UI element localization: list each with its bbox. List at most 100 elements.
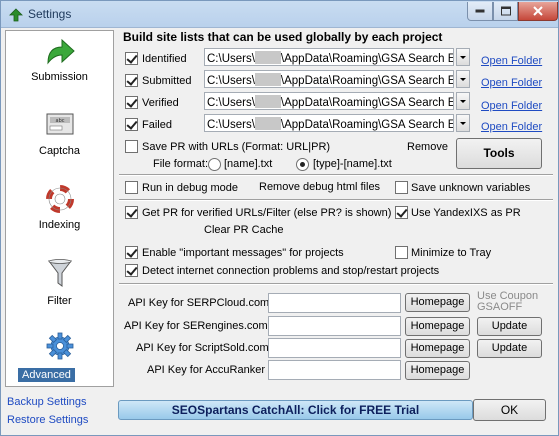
serengines-api-key-input[interactable] [268, 316, 401, 336]
identified-open-folder-link[interactable]: Open Folder [481, 55, 542, 67]
serengines-update-button[interactable]: Update [477, 317, 542, 336]
tools-button[interactable]: Tools [456, 138, 542, 169]
sidebar-item-label: Indexing [38, 219, 81, 231]
separator [119, 174, 553, 176]
svg-text:abc: abc [55, 118, 64, 124]
backup-settings-link[interactable]: Backup Settings [7, 396, 87, 408]
serengines-homepage-button[interactable]: Homepage [405, 317, 470, 336]
sidebar-item-advanced[interactable]: Advanced [6, 330, 113, 386]
serengines-label: API Key for SERengines.com [124, 320, 268, 332]
path-suffix: \AppData\Roaming\GSA Search Er [280, 119, 454, 131]
detect-connection-label: Detect internet connection problems and … [142, 265, 440, 277]
minimize-tray-label: Minimize to Tray [411, 247, 492, 259]
sidebar-item-captcha[interactable]: abc Captcha [6, 107, 113, 179]
minimize-icon [475, 9, 485, 13]
use-yandex-checkbox[interactable] [395, 206, 408, 219]
site-lists-header: Build site lists that can be used global… [123, 30, 443, 44]
maximize-icon [500, 6, 511, 16]
format-name-label: [name].txt [224, 158, 273, 170]
path-suffix: \AppData\Roaming\GSA Search Er [280, 97, 454, 109]
path-suffix: \AppData\Roaming\GSA Search Er [280, 75, 454, 87]
format-name-radio[interactable] [208, 158, 221, 171]
get-pr-label: Get PR for verified URLs/Filter (else PR… [142, 207, 392, 219]
serpcloud-api-key-input[interactable] [268, 293, 401, 313]
scriptsold-label: API Key for ScriptSold.com [136, 342, 269, 354]
failed-dropdown-button[interactable] [456, 114, 470, 132]
sidebar-item-label: Captcha [39, 145, 80, 157]
coupon-line-2: GSAOFF [477, 301, 523, 313]
submitted-label: Submitted [142, 75, 192, 87]
verified-open-folder-link[interactable]: Open Folder [481, 100, 542, 112]
submitted-open-folder-link[interactable]: Open Folder [481, 77, 542, 89]
format-type-name-radio[interactable] [296, 158, 309, 171]
restore-settings-link[interactable]: Restore Settings [7, 414, 88, 426]
separator [119, 283, 553, 285]
redacted-username [254, 51, 281, 64]
identified-path-field[interactable]: C:\Users\ \AppData\Roaming\GSA Search Er [204, 48, 454, 66]
app-icon [9, 8, 23, 22]
sidebar-item-label: Advanced [18, 368, 75, 382]
settings-window: Settings Submission abc Captcha Indexing… [0, 0, 559, 436]
important-messages-label: Enable "important messages" for projects [142, 247, 344, 259]
run-debug-label: Run in debug mode [142, 182, 239, 194]
serpcloud-homepage-button[interactable]: Homepage [405, 293, 470, 312]
path-prefix: C:\Users\ [207, 119, 255, 131]
verified-dropdown-button[interactable] [456, 92, 470, 110]
close-button[interactable] [518, 2, 558, 21]
minimize-tray-checkbox[interactable] [395, 246, 408, 259]
save-pr-label: Save PR with URLs (Format: URL|PR) [142, 141, 331, 153]
submitted-path-field[interactable]: C:\Users\ \AppData\Roaming\GSA Search Er [204, 70, 454, 88]
window-title: Settings [28, 7, 72, 21]
scriptsold-update-button[interactable]: Update [477, 339, 542, 358]
funnel-icon [47, 259, 72, 287]
close-icon [533, 6, 543, 16]
redacted-username [254, 117, 281, 130]
path-prefix: C:\Users\ [207, 97, 255, 109]
title-bar: Settings [1, 1, 558, 28]
sidebar-item-indexing[interactable]: Indexing [6, 181, 113, 253]
accuranker-label: API Key for AccuRanker [147, 364, 265, 376]
scriptsold-api-key-input[interactable] [268, 338, 401, 358]
verified-path-field[interactable]: C:\Users\ \AppData\Roaming\GSA Search Er [204, 92, 454, 110]
seospartans-trial-button[interactable]: SEOSpartans CatchAll: Click for FREE Tri… [118, 400, 473, 420]
scriptsold-homepage-button[interactable]: Homepage [405, 339, 470, 358]
sidebar-item-filter[interactable]: Filter [6, 256, 113, 328]
save-unknown-checkbox[interactable] [395, 181, 408, 194]
failed-checkbox[interactable] [125, 118, 138, 131]
get-pr-checkbox[interactable] [125, 206, 138, 219]
ok-button[interactable]: OK [473, 399, 546, 421]
important-messages-checkbox[interactable] [125, 246, 138, 259]
lifebuoy-icon [45, 185, 74, 213]
minimize-button[interactable] [467, 2, 493, 21]
submitted-checkbox[interactable] [125, 74, 138, 87]
run-debug-checkbox[interactable] [125, 181, 138, 194]
identified-checkbox[interactable] [125, 52, 138, 65]
save-pr-checkbox[interactable] [125, 140, 138, 153]
submitted-dropdown-button[interactable] [456, 70, 470, 88]
sidebar-item-label: Submission [31, 71, 88, 83]
path-prefix: C:\Users\ [207, 53, 255, 65]
path-suffix: \AppData\Roaming\GSA Search Er [280, 53, 454, 65]
clear-pr-cache-link[interactable]: Clear PR Cache [204, 224, 283, 236]
captcha-icon: abc [46, 113, 73, 135]
identified-dropdown-button[interactable] [456, 48, 470, 66]
failed-open-folder-link[interactable]: Open Folder [481, 121, 542, 133]
accuranker-homepage-button[interactable]: Homepage [405, 361, 470, 380]
failed-path-field[interactable]: C:\Users\ \AppData\Roaming\GSA Search Er [204, 114, 454, 132]
file-format-label: File format: [153, 158, 209, 170]
remove-debug-link[interactable]: Remove debug html files [259, 181, 380, 193]
gear-icon [46, 332, 73, 360]
remove-label[interactable]: Remove [407, 141, 448, 153]
redacted-username [254, 73, 281, 86]
green-arrow-icon [46, 38, 75, 65]
sidebar: Submission abc Captcha Indexing Filter A… [5, 30, 114, 387]
save-unknown-label: Save unknown variables [411, 182, 531, 194]
maximize-button[interactable] [493, 2, 518, 21]
detect-connection-checkbox[interactable] [125, 264, 138, 277]
redacted-username [254, 95, 281, 108]
verified-checkbox[interactable] [125, 96, 138, 109]
serpcloud-label: API Key for SERPCloud.com [128, 297, 270, 309]
sidebar-item-submission[interactable]: Submission [6, 33, 113, 105]
format-type-name-label: [type]-[name].txt [313, 158, 392, 170]
accuranker-api-key-input[interactable] [268, 360, 401, 380]
